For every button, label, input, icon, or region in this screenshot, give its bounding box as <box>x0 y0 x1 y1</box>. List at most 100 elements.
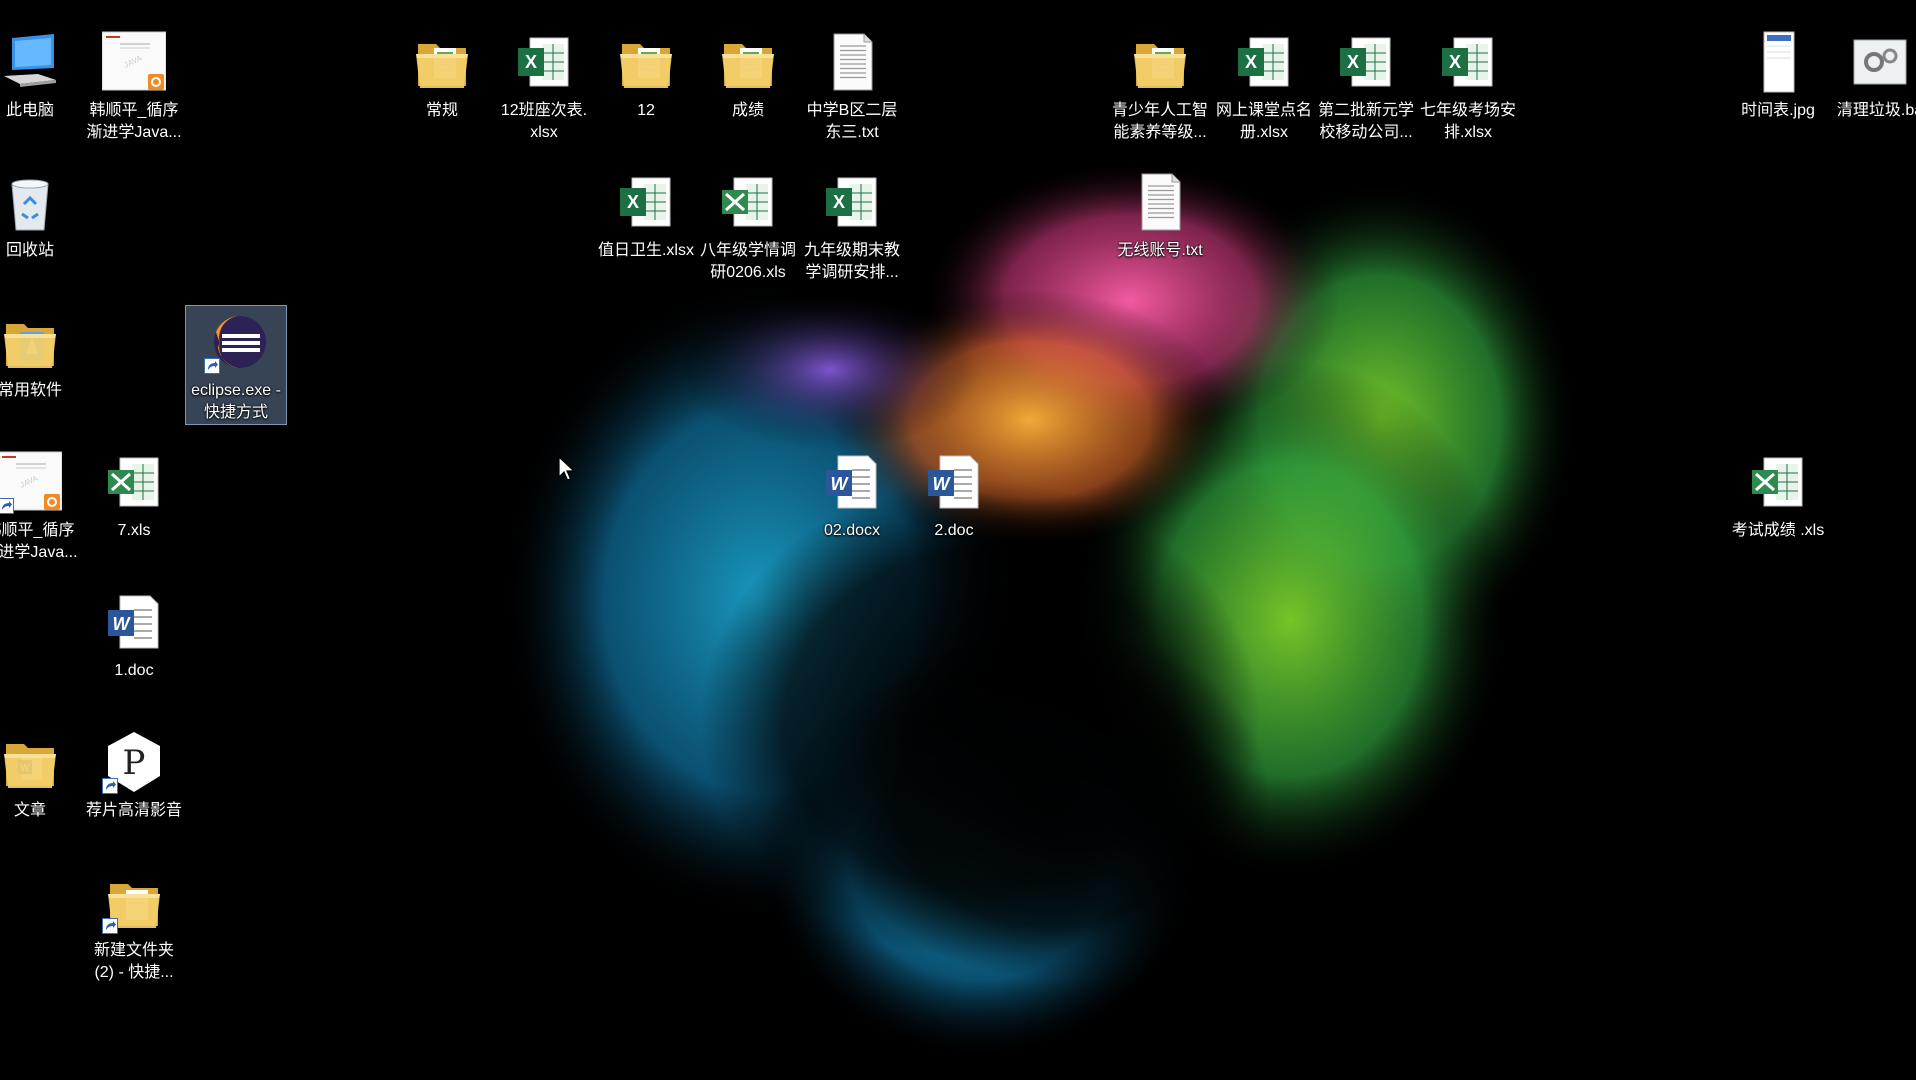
excel-icon: X <box>1334 30 1398 94</box>
text-file-icon <box>1128 170 1192 234</box>
shortcut-arrow-icon <box>102 778 118 794</box>
desktop-icon-label: 八年级学情调 研0206.xls <box>699 242 796 281</box>
desktop-icon-label: 成绩 <box>731 102 764 119</box>
desktop-icon-label: 7.xls <box>117 522 151 539</box>
folder-icon <box>0 310 62 374</box>
desktop-icon[interactable]: X 九年级期末教 学调研安排... <box>802 166 902 284</box>
desktop-icon-label: 2.doc <box>934 522 974 539</box>
folder-icon <box>1128 30 1192 94</box>
excel-icon: X <box>1436 30 1500 94</box>
desktop-icon[interactable]: 常用软件 <box>0 306 80 402</box>
svg-text:W: W <box>113 614 132 634</box>
folder-icon <box>410 30 474 94</box>
desktop-icon[interactable]: 时间表.jpg <box>1728 26 1828 122</box>
svg-text:X: X <box>525 52 537 72</box>
desktop-icon-label: 时间表.jpg <box>1741 102 1815 119</box>
desktop-icon-label: 常规 <box>425 102 458 119</box>
excel-icon: X <box>1232 30 1296 94</box>
recycle-bin-icon <box>0 170 62 234</box>
desktop[interactable]: 此电脑 JAVA 韩顺平_循序 渐进学Java... 常规 X 12班座次表. xlsx 1… <box>0 0 1916 1080</box>
svg-text:X: X <box>627 192 639 212</box>
desktop-icon[interactable]: 常规 <box>392 26 492 122</box>
desktop-icon[interactable]: X 12班座次表. xlsx <box>494 26 594 144</box>
word-icon: W <box>102 590 166 654</box>
desktop-icon-label: 考试成绩 .xls <box>1731 522 1825 539</box>
desktop-icon-label: 02.docx <box>823 522 881 539</box>
desktop-icon[interactable]: 成绩 <box>698 26 798 122</box>
desktop-icon[interactable]: W 02.docx <box>802 446 902 542</box>
desktop-icon[interactable]: JAVA 韩顺平_循序 渐进学Java... <box>84 26 184 144</box>
desktop-icon[interactable]: W 文章 <box>0 726 80 822</box>
desktop-icon-label: 1.doc <box>114 662 154 679</box>
svg-text:P: P <box>123 743 146 783</box>
desktop-icon-label: 回收站 <box>5 242 54 259</box>
desktop-icon[interactable]: 八年级学情调 研0206.xls <box>698 166 798 284</box>
svg-text:X: X <box>833 192 845 212</box>
svg-text:W: W <box>831 474 850 494</box>
player-icon: P <box>102 730 166 794</box>
desktop-icon-label: 第二批新元学 校移动公司... <box>1317 102 1414 141</box>
desktop-icon[interactable]: P 荐片高清影音 <box>84 726 184 822</box>
svg-text:X: X <box>1347 52 1359 72</box>
desktop-icon-label: eclipse.exe - 快捷方式 <box>191 382 281 421</box>
desktop-icon-label: 荐片高清影音 <box>85 802 182 819</box>
eclipse-icon <box>204 310 268 374</box>
desktop-icon-label: 值日卫生.xlsx <box>597 242 694 259</box>
desktop-icon-label: 清理垃圾.ba <box>1836 102 1916 119</box>
desktop-icon[interactable]: 中学B区二层 东三.txt <box>802 26 902 144</box>
excel-xls-icon <box>1746 450 1810 514</box>
desktop-icon[interactable]: 新建文件夹 (2) - 快捷... <box>84 866 184 984</box>
desktop-icon-label: 中学B区二层 东三.txt <box>806 102 898 141</box>
text-file-icon <box>820 30 884 94</box>
desktop-icon-label: 新建文件夹 (2) - 快捷... <box>93 942 174 981</box>
excel-icon: X <box>614 170 678 234</box>
desktop-icon-label: 九年级期末教 学调研安排... <box>803 242 900 281</box>
shortcut-arrow-icon <box>204 358 220 374</box>
word-icon: W <box>922 450 986 514</box>
excel-xls-icon <box>102 450 166 514</box>
svg-text:X: X <box>1245 52 1257 72</box>
desktop-icon-label: 常用软件 <box>0 382 62 399</box>
batch-file-icon <box>1848 30 1912 94</box>
desktop-icon-label: 七年级考场安 排.xlsx <box>1419 102 1516 141</box>
desktop-icon[interactable]: 考试成绩 .xls <box>1728 446 1828 542</box>
desktop-icon-label: 12 <box>637 102 655 119</box>
desktop-icon[interactable]: 此电脑 <box>0 26 80 122</box>
folder-icon <box>716 30 780 94</box>
desktop-icon[interactable]: X 网上课堂点名 册.xlsx <box>1214 26 1314 144</box>
desktop-icon-label: 无线账号.txt <box>1117 242 1203 259</box>
desktop-icon[interactable]: JAVA 韩顺平_循序 渐进学Java... <box>0 446 80 564</box>
desktop-icon-label: 网上课堂点名 册.xlsx <box>1215 102 1312 141</box>
desktop-icon[interactable]: W 2.doc <box>904 446 1004 542</box>
desktop-icon-label: 青少年人工智 能素养等级... <box>1111 102 1208 141</box>
desktop-icon[interactable]: X 第二批新元学 校移动公司... <box>1316 26 1416 144</box>
word-icon: W <box>820 450 884 514</box>
desktop-icon[interactable]: eclipse.exe - 快捷方式 <box>185 305 287 425</box>
excel-icon: X <box>512 30 576 94</box>
desktop-icon[interactable]: W 1.doc <box>84 586 184 682</box>
desktop-icon-label: 12班座次表. xlsx <box>500 102 588 141</box>
pdf-doc-icon: JAVA <box>102 30 166 94</box>
desktop-icon[interactable]: 清理垃圾.ba <box>1830 26 1916 122</box>
svg-text:X: X <box>1449 52 1461 72</box>
desktop-icon-label: 文章 <box>13 802 46 819</box>
excel-xls-icon <box>716 170 780 234</box>
folder-icon <box>614 30 678 94</box>
desktop-icon[interactable]: 12 <box>596 26 696 122</box>
desktop-icon[interactable]: 青少年人工智 能素养等级... <box>1110 26 1210 144</box>
svg-text:W: W <box>933 474 952 494</box>
desktop-icon-label: 此电脑 <box>5 102 54 119</box>
desktop-icon[interactable]: X 七年级考场安 排.xlsx <box>1418 26 1518 144</box>
desktop-icon[interactable]: 7.xls <box>84 446 184 542</box>
desktop-icon[interactable]: 回收站 <box>0 166 80 262</box>
pdf-doc-icon: JAVA <box>0 450 62 514</box>
desktop-icon-label: 韩顺平_循序 渐进学Java... <box>0 522 78 561</box>
desktop-icon[interactable]: X 值日卫生.xlsx <box>596 166 696 262</box>
mouse-cursor <box>558 456 576 481</box>
folder-icon <box>102 870 166 934</box>
shortcut-arrow-icon <box>102 918 118 934</box>
desktop-icon-label: 韩顺平_循序 渐进学Java... <box>86 102 182 141</box>
desktop-icon[interactable]: 无线账号.txt <box>1110 166 1210 262</box>
excel-icon: X <box>820 170 884 234</box>
computer-icon <box>0 30 62 94</box>
